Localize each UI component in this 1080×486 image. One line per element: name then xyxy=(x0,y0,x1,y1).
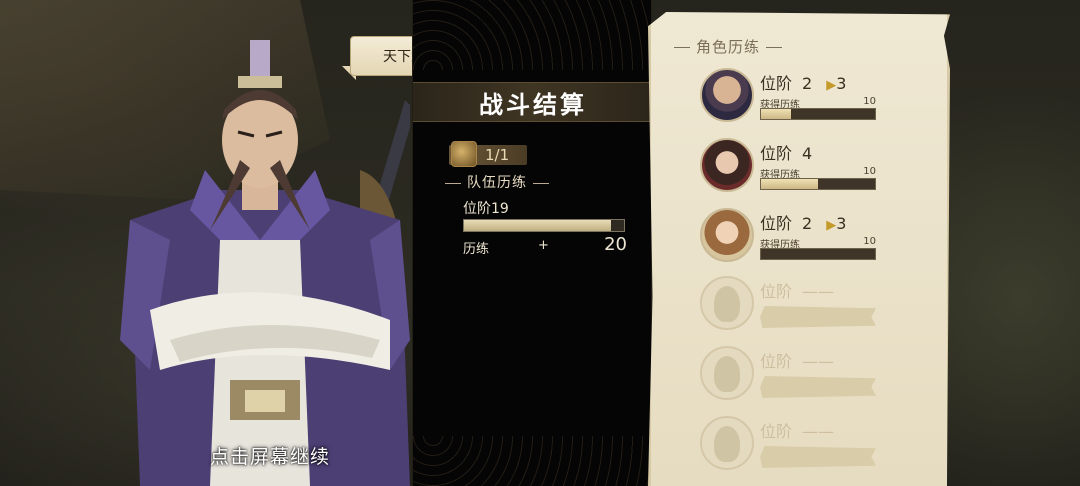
empty-rank-value: —— xyxy=(802,422,835,441)
empty-rank: 位阶 —— xyxy=(760,348,834,372)
character-rank: 位阶 4 xyxy=(760,140,812,164)
team-xp-value: 20 xyxy=(604,234,627,255)
rank-value: 4 xyxy=(802,144,813,163)
empty-bar xyxy=(760,376,876,398)
battle-result-panel: 战斗结算 1/1 队伍历练 位阶19 历练 + 20 xyxy=(412,0,653,486)
girl-avatar xyxy=(700,208,754,262)
tap-to-continue-hint[interactable]: 点击屏幕继续 xyxy=(210,442,330,469)
empty-rank: 位阶 —— xyxy=(760,418,834,442)
empty-slot-3: 位阶 —— xyxy=(700,416,880,476)
team-rank-value: 19 xyxy=(491,201,509,217)
empty-bar xyxy=(760,446,876,468)
battle-counter-text: 1/1 xyxy=(485,146,510,164)
rank-up-arrow-icon: ▶ xyxy=(826,218,837,233)
team-xp-plus: + xyxy=(538,238,549,253)
role-panel-title: 角色历练 xyxy=(668,36,788,57)
empty-avatar-icon xyxy=(700,416,754,470)
team-xp-label: 历练 xyxy=(463,242,490,257)
character-rank: 位阶 2 ▶3 xyxy=(760,210,846,234)
empty-slot-1: 位阶 —— xyxy=(700,276,880,336)
character-xp-bar-fill xyxy=(761,179,818,189)
rank-label: 位阶 xyxy=(760,282,793,301)
rank-value: 2 xyxy=(802,214,813,233)
empty-slot-2: 位阶 —— xyxy=(700,346,880,406)
rank-label: 位阶 xyxy=(760,422,793,441)
rank-label: 位阶 xyxy=(760,144,793,163)
battle-counter: 1/1 xyxy=(449,141,527,167)
team-section-label: 队伍历练 xyxy=(439,172,555,192)
treasure-icon xyxy=(451,141,477,167)
team-xp-bar-fill xyxy=(464,220,612,231)
team-xp-bar xyxy=(463,219,625,232)
character-xp-bar xyxy=(760,108,876,120)
character-xp-bar-fill xyxy=(761,109,791,119)
empty-rank: 位阶 —— xyxy=(760,278,834,302)
wave-pattern-bottom xyxy=(413,436,653,486)
next-rank-value: 3 xyxy=(836,74,847,93)
battle-result-title-band: 战斗结算 xyxy=(413,82,653,122)
empty-bar xyxy=(760,306,876,328)
empty-avatar-icon xyxy=(700,276,754,330)
woman-avatar xyxy=(700,138,754,192)
character-row-1: 位阶 2 ▶3 获得历练 10 xyxy=(700,68,880,128)
character-illustration xyxy=(110,40,415,486)
rank-up-arrow-icon: ▶ xyxy=(826,78,837,93)
character-row-3: 位阶 2 ▶3 获得历练 10 xyxy=(700,208,880,268)
gain-value: 10 xyxy=(863,96,876,107)
rank-label: 位阶 xyxy=(760,352,793,371)
battle-result-title: 战斗结算 xyxy=(479,89,587,119)
rank-label: 位阶 xyxy=(760,74,793,93)
character-xp-bar xyxy=(760,248,876,260)
empty-avatar-icon xyxy=(700,346,754,400)
next-rank-value: 3 xyxy=(836,214,847,233)
gain-value: 10 xyxy=(863,166,876,177)
empty-rank-value: —— xyxy=(802,282,835,301)
team-rank: 位阶19 xyxy=(463,198,509,218)
bearded-man-avatar xyxy=(700,68,754,122)
character-xp-bar xyxy=(760,178,876,190)
empty-rank-value: —— xyxy=(802,352,835,371)
team-rank-label: 位阶 xyxy=(463,201,491,217)
gain-value: 10 xyxy=(863,236,876,247)
rank-value: 2 xyxy=(802,74,813,93)
character-rank: 位阶 2 ▶3 xyxy=(760,70,846,94)
rank-label: 位阶 xyxy=(760,214,793,233)
character-row-2: 位阶 4 获得历练 10 xyxy=(700,138,880,198)
wave-pattern-top xyxy=(413,0,653,70)
